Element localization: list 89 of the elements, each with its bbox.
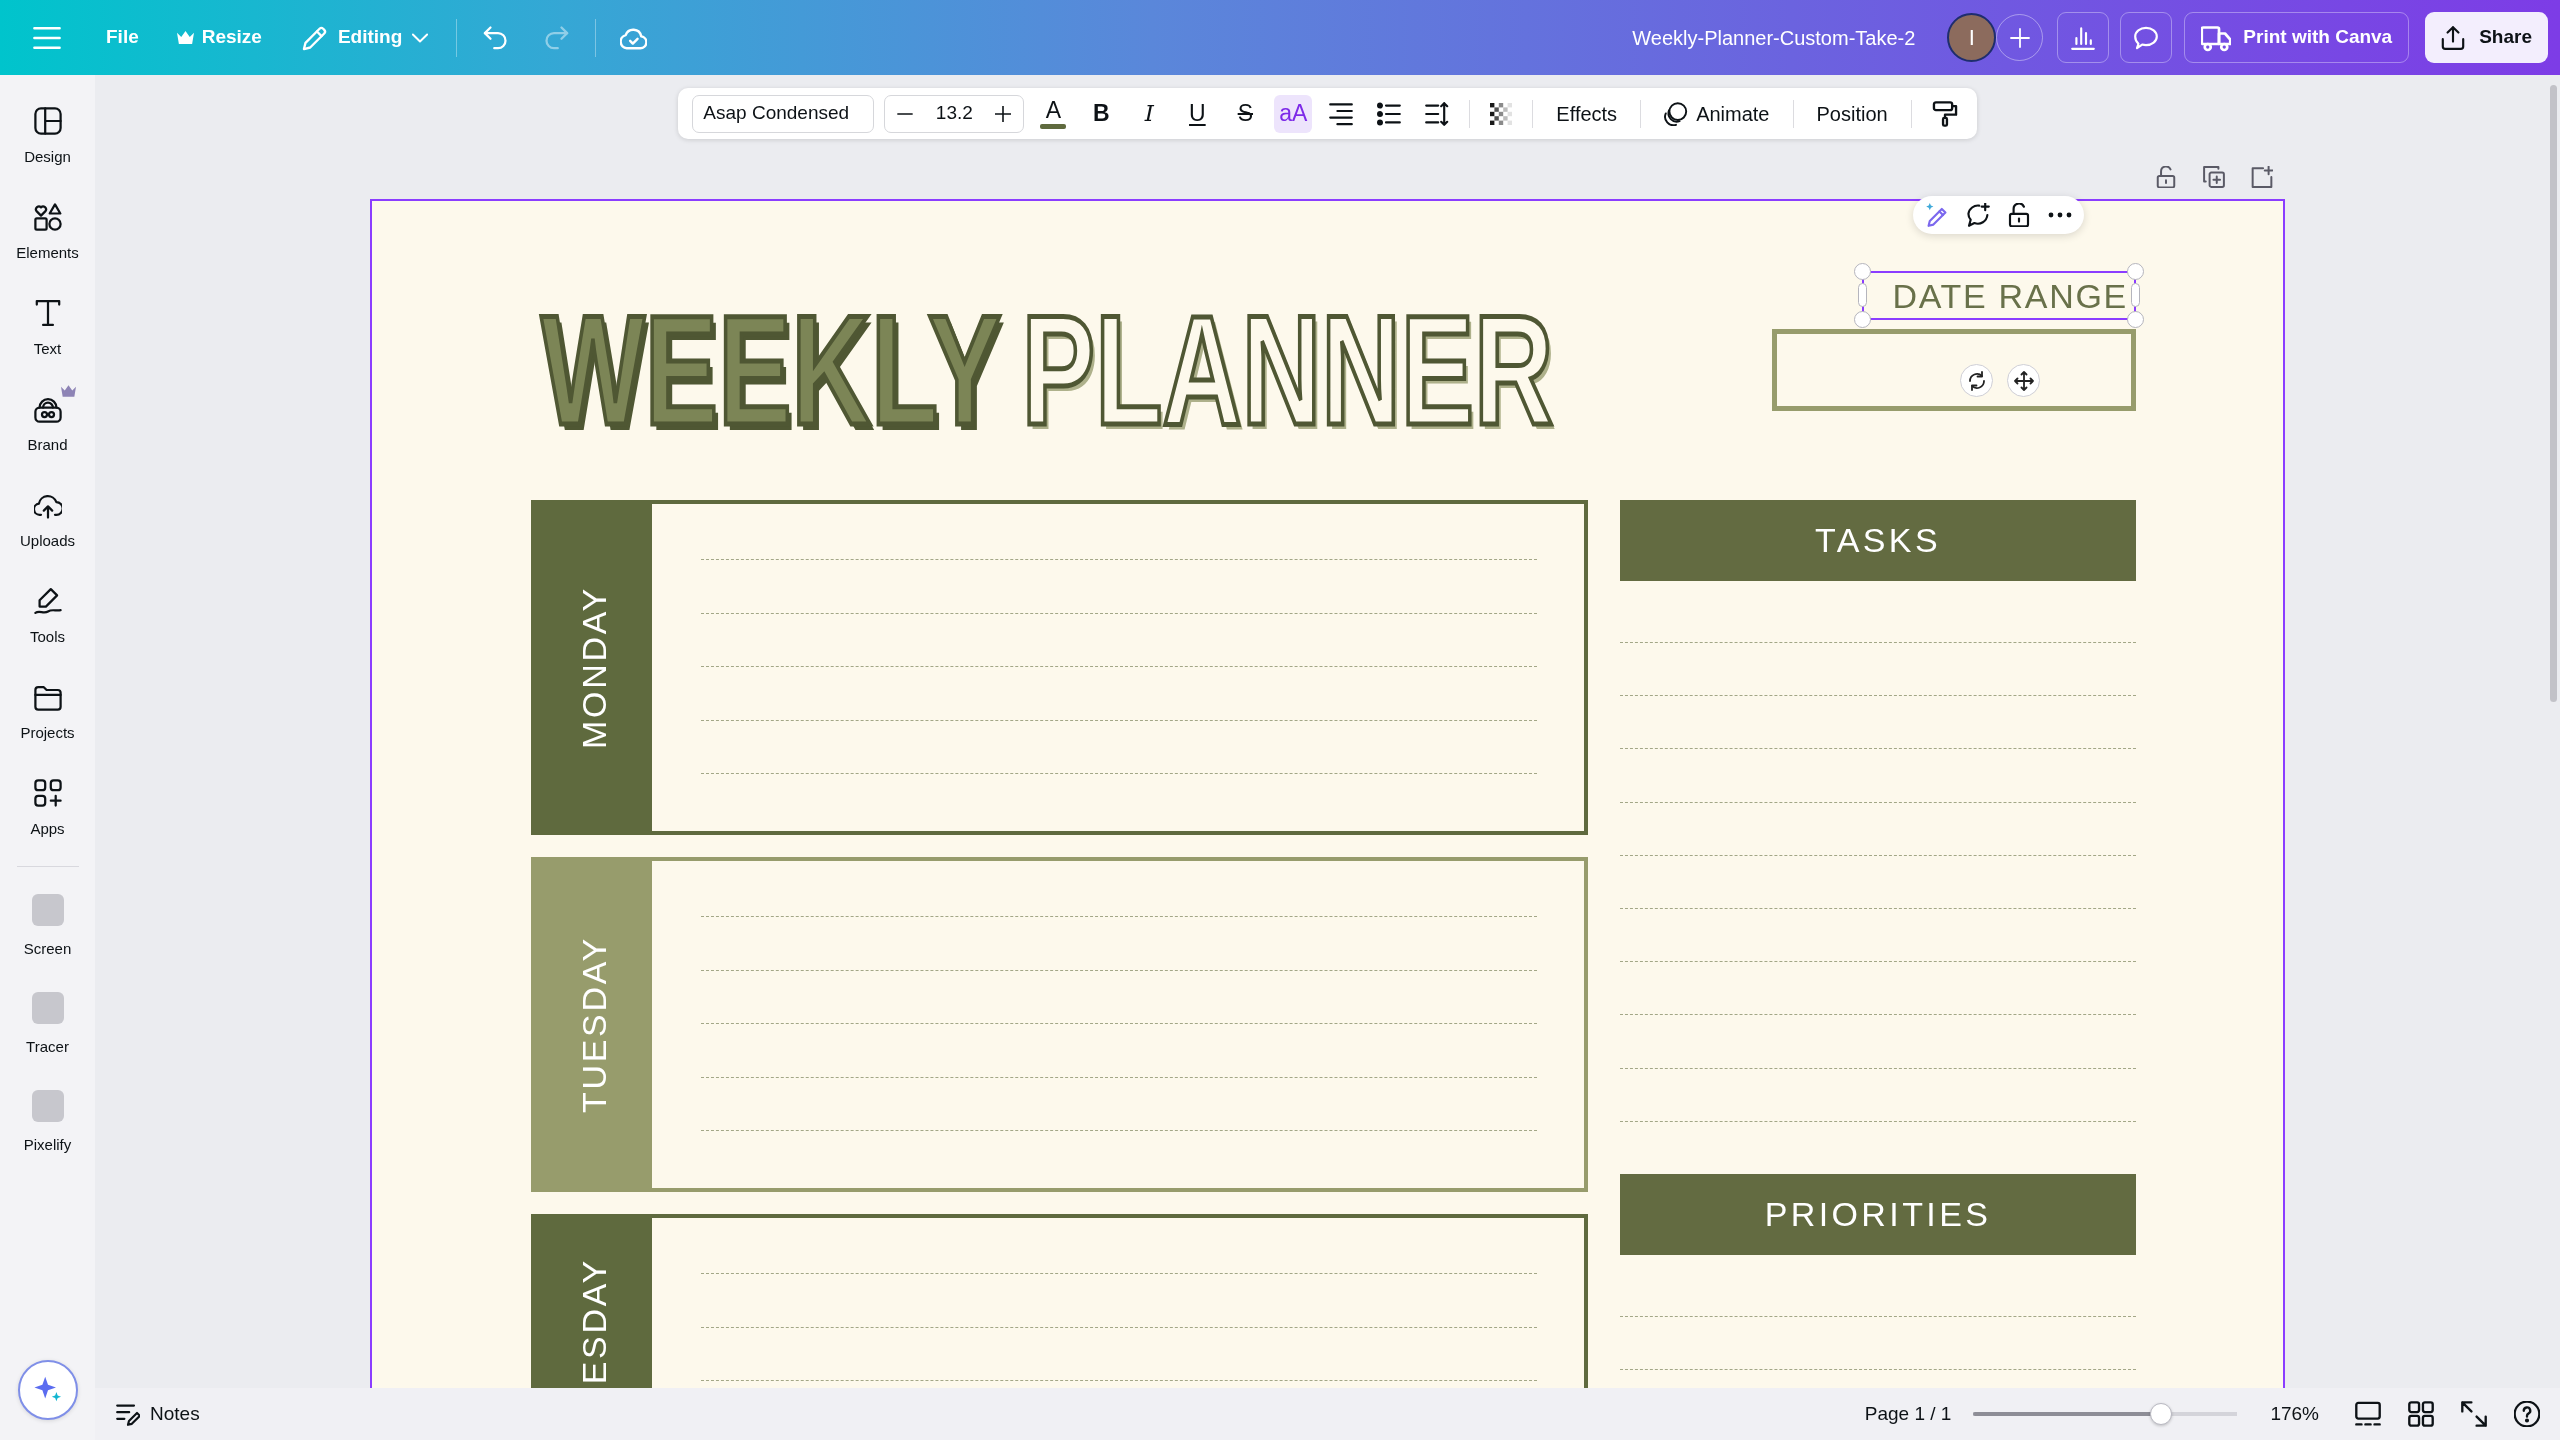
comment-icon bbox=[2134, 25, 2159, 50]
heading-word: WEEKLY bbox=[541, 304, 1002, 437]
resize-handle[interactable] bbox=[1854, 311, 1871, 328]
side-handle[interactable] bbox=[2131, 283, 2140, 307]
grid-view-icon[interactable] bbox=[2408, 1401, 2434, 1427]
sidebar-item[interactable]: Projects bbox=[0, 665, 95, 761]
crown-icon bbox=[176, 29, 194, 46]
rotate-handle[interactable] bbox=[1960, 364, 1993, 397]
bold-button[interactable]: B bbox=[1082, 94, 1121, 133]
magic-pencil-icon[interactable] bbox=[1925, 203, 1949, 227]
sidebar-item[interactable]: Apps bbox=[0, 761, 95, 857]
notes-icon bbox=[116, 1402, 140, 1426]
italic-button[interactable]: I bbox=[1130, 94, 1169, 133]
unlock-icon[interactable] bbox=[2007, 203, 2031, 227]
font-family-dropdown[interactable]: Asap Condensed bbox=[692, 94, 875, 133]
add-page-icon[interactable] bbox=[2251, 166, 2273, 188]
more-icon[interactable] bbox=[2048, 211, 2072, 219]
app-thumbnail bbox=[31, 1090, 64, 1122]
section-heading: PRIORITIES bbox=[1620, 1173, 2136, 1255]
align-right-icon[interactable] bbox=[1329, 101, 1354, 126]
font-size-field[interactable]: 13.2 bbox=[935, 99, 973, 128]
folder-icon bbox=[33, 683, 62, 711]
resize-handle[interactable] bbox=[1854, 263, 1871, 280]
brand-icon bbox=[33, 395, 62, 423]
slider-thumb[interactable] bbox=[2149, 1403, 2172, 1425]
strikethrough-button[interactable]: S bbox=[1226, 94, 1265, 133]
paint-roller-icon[interactable] bbox=[1931, 100, 1958, 127]
date-range-label: DATE RANGE bbox=[1892, 279, 2128, 313]
share-icon bbox=[2441, 25, 2466, 50]
plus-icon bbox=[2009, 27, 2030, 48]
layout-icon bbox=[33, 107, 62, 135]
undo-icon[interactable] bbox=[483, 25, 509, 50]
line-spacing-icon[interactable] bbox=[1425, 101, 1450, 126]
move-icon bbox=[2013, 370, 2034, 391]
resize-handle[interactable] bbox=[2127, 311, 2144, 328]
sidebar-item[interactable]: Elements bbox=[0, 185, 95, 281]
sidebar-item[interactable]: Design bbox=[0, 89, 95, 185]
effects-button[interactable]: Effects bbox=[1546, 94, 1628, 133]
transparency-icon[interactable] bbox=[1490, 102, 1513, 125]
rotate-icon bbox=[1966, 370, 1987, 391]
apps-icon bbox=[33, 779, 62, 807]
position-button[interactable]: Position bbox=[1806, 94, 1898, 133]
assistant-button[interactable] bbox=[17, 1360, 78, 1420]
section-heading: TASKS bbox=[1620, 500, 2136, 581]
pen-icon bbox=[33, 587, 62, 615]
duplicate-icon[interactable] bbox=[2203, 166, 2225, 188]
comment-button[interactable] bbox=[2120, 12, 2173, 63]
resize-handle[interactable] bbox=[2127, 263, 2144, 280]
heading-word: PLANNER bbox=[1021, 304, 1554, 437]
day-label: TUESDAY bbox=[576, 935, 611, 1114]
sidebar-item[interactable]: Uploads bbox=[0, 473, 95, 569]
comment-plus-icon[interactable] bbox=[1966, 203, 1990, 227]
sidebar-item[interactable]: Tools bbox=[0, 569, 95, 665]
sidebar-item[interactable]: Tracer bbox=[0, 976, 95, 1074]
sparkle-icon bbox=[33, 1376, 62, 1404]
app-thumbnail bbox=[31, 992, 64, 1024]
fullscreen-icon[interactable] bbox=[2461, 1401, 2487, 1427]
selection-frame[interactable]: DATE RANGE bbox=[1852, 261, 2146, 329]
animate-icon bbox=[1664, 101, 1689, 126]
shapes-icon bbox=[33, 203, 62, 231]
day-label: MONDAY bbox=[576, 586, 611, 749]
app-thumbnail bbox=[31, 894, 64, 926]
bullet-list-icon[interactable] bbox=[1377, 101, 1402, 126]
sidebar-item[interactable]: Brand bbox=[0, 377, 95, 473]
move-handle[interactable] bbox=[2007, 364, 2040, 397]
side-handle[interactable] bbox=[1858, 283, 1867, 307]
scrollbar-thumb[interactable] bbox=[2550, 85, 2557, 702]
page-indicator: Page 1 / 1 bbox=[1864, 1401, 1952, 1426]
plus-icon[interactable] bbox=[995, 105, 1012, 122]
sidebar-item[interactable]: Text bbox=[0, 281, 95, 377]
animate-button[interactable]: Animate bbox=[1654, 94, 1780, 133]
underline-button[interactable]: U bbox=[1178, 94, 1217, 133]
user-avatar[interactable]: I bbox=[1947, 13, 1997, 62]
pages-view-icon[interactable] bbox=[2355, 1401, 2381, 1427]
letter-case-button[interactable]: aA bbox=[1274, 94, 1313, 133]
share-button[interactable]: Share bbox=[2425, 12, 2548, 63]
day-label: ESDAY bbox=[576, 1257, 611, 1384]
zoom-level[interactable]: 176% bbox=[2270, 1399, 2319, 1429]
text-icon bbox=[33, 299, 62, 327]
document-title[interactable]: Weekly-Planner-Custom-Take-2 bbox=[1632, 22, 1916, 53]
help-icon[interactable] bbox=[2514, 1401, 2540, 1427]
pencil-icon bbox=[301, 24, 328, 51]
sidebar-item[interactable]: Screen bbox=[0, 878, 95, 976]
sidebar-item[interactable]: Pixelify bbox=[0, 1074, 95, 1172]
text-color-button[interactable]: A bbox=[1034, 94, 1073, 133]
chart-button[interactable] bbox=[2057, 12, 2110, 63]
bar-chart-icon bbox=[2071, 25, 2096, 50]
notes-button[interactable]: Notes bbox=[116, 1399, 200, 1429]
print-button[interactable]: Print with Canva bbox=[2184, 12, 2410, 63]
